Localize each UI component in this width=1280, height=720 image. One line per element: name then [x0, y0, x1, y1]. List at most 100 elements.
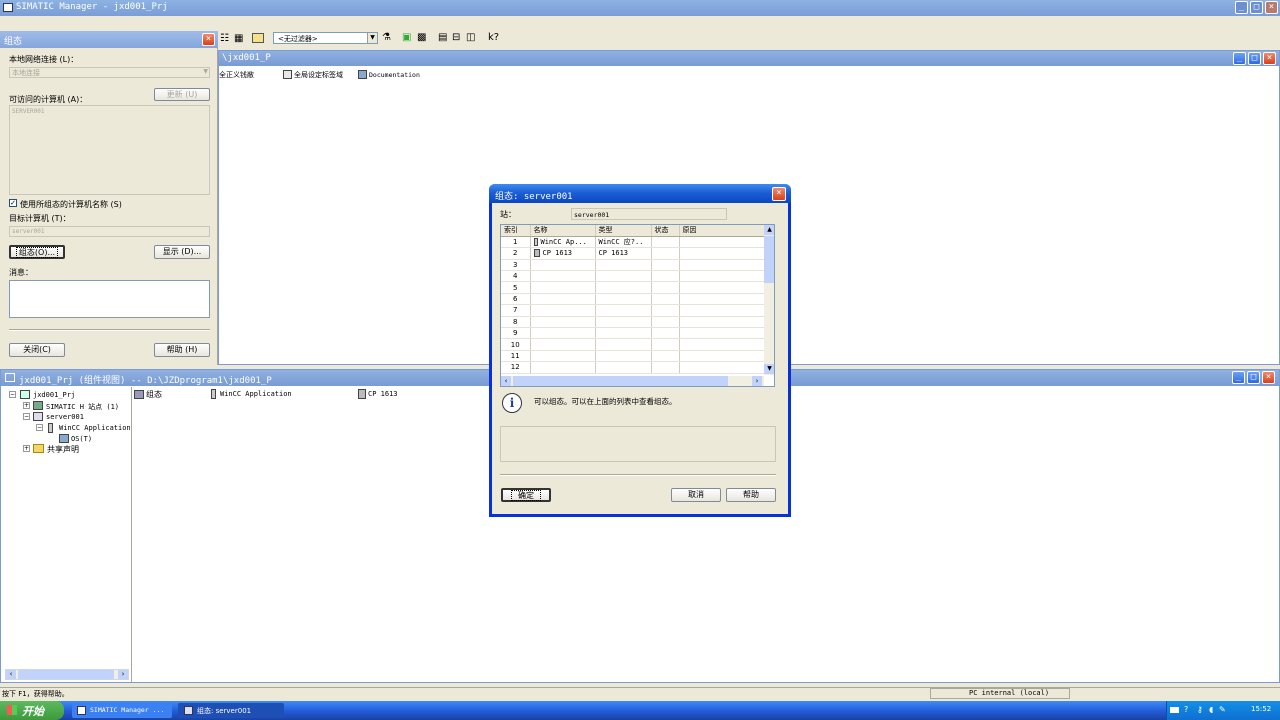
tree-item[interactable]: WinCC Application — [59, 424, 131, 432]
target-field[interactable]: server001 — [9, 226, 210, 237]
network-icon[interactable]: ▣ — [402, 32, 411, 43]
col-header[interactable]: 索引 — [501, 225, 531, 237]
content-item[interactable]: 组态 — [146, 389, 162, 400]
help-button[interactable]: 帮助 — [726, 488, 776, 502]
list-view-icon[interactable]: ☷ — [220, 33, 229, 44]
computers-list[interactable]: SERVER001 — [9, 105, 210, 195]
table-row[interactable]: 10 — [501, 338, 766, 351]
scroll-down-icon[interactable]: ▼ — [764, 364, 774, 374]
table-row[interactable]: 9 — [501, 327, 766, 340]
pc-station-icon — [33, 412, 43, 421]
maximize-icon[interactable]: □ — [1247, 371, 1260, 384]
col-header[interactable]: 类型 — [595, 225, 652, 237]
ok-button[interactable]: 确定 — [501, 488, 551, 502]
col-header[interactable]: 名称 — [530, 225, 596, 237]
station-field: server001 — [571, 208, 727, 220]
table-row[interactable]: 2 CP 1613 CP 1613 — [501, 247, 766, 260]
tree-item[interactable]: jxd001_Prj — [33, 391, 75, 399]
start-button[interactable]: 开始 — [0, 701, 64, 720]
scroll-thumb[interactable] — [764, 236, 774, 283]
close-icon[interactable]: × — [1265, 1, 1278, 14]
tile-horizontal-icon[interactable]: ⊟ — [452, 32, 460, 43]
help-cursor-icon[interactable]: k? — [488, 32, 499, 43]
cancel-button[interactable]: 取消 — [671, 488, 721, 502]
doc-item[interactable]: 全正义钱敝 — [219, 70, 254, 80]
close-icon[interactable]: × — [772, 187, 786, 201]
clock: 15:52 — [1251, 705, 1272, 713]
minimize-icon[interactable]: _ — [1235, 1, 1248, 14]
dialog-title: 组态: server001 — [495, 192, 573, 202]
minimize-icon[interactable]: _ — [1233, 52, 1246, 65]
table-row[interactable]: 5 — [501, 281, 766, 294]
scroll-right-icon[interactable]: › — [752, 376, 762, 386]
tree-item[interactable]: 共享声明 — [47, 444, 79, 455]
tree-hscrollbar[interactable]: ‹ › — [5, 669, 129, 680]
table-row[interactable]: 8 — [501, 316, 766, 329]
close-icon[interactable]: × — [1263, 52, 1276, 65]
doc-item[interactable]: Documentation — [369, 71, 420, 79]
table-row[interactable]: 12 — [501, 361, 766, 374]
ime-icon[interactable]: ✎ — [1219, 705, 1226, 714]
simulation-icon[interactable]: ▩ — [417, 32, 426, 43]
minimize-icon[interactable]: _ — [1232, 371, 1245, 384]
content-item[interactable]: WinCC Application — [220, 390, 292, 398]
network-select[interactable]: 本地连接 ▼ — [9, 67, 210, 78]
doc-item[interactable]: 全局设定标签域 — [294, 70, 343, 80]
filter-select[interactable]: <无过滤器> ▼ — [273, 32, 378, 44]
tree-item[interactable]: server001 — [46, 413, 84, 421]
help-icon[interactable]: ? — [1184, 705, 1188, 714]
collapse-icon[interactable]: − — [36, 424, 43, 431]
scroll-left-icon[interactable]: ‹ — [6, 670, 16, 679]
maximize-icon[interactable]: □ — [1250, 1, 1263, 14]
close-icon[interactable]: × — [202, 33, 215, 46]
table-vscrollbar[interactable]: ▲ ▼ — [764, 225, 774, 375]
scroll-right-icon[interactable]: › — [118, 670, 128, 679]
expand-icon[interactable]: + — [23, 445, 30, 452]
task-simatic[interactable]: SIMATIC Manager ... — [72, 703, 172, 718]
network-icon[interactable]: ⚷ — [1197, 705, 1203, 714]
message-box — [9, 280, 210, 318]
table-row[interactable]: 11 — [501, 350, 766, 363]
table-row[interactable]: 6 — [501, 293, 766, 306]
volume-icon[interactable]: ◖ — [1209, 705, 1213, 714]
display-button[interactable]: 显示 (D)... — [154, 245, 210, 259]
filter-icon[interactable]: ⚗ — [382, 32, 391, 43]
config-panel: 组态 × 本地网络连接 (L)： 本地连接 ▼ 更新 (U) 可访问的计算机 (… — [0, 31, 218, 365]
table-hscrollbar[interactable]: ‹ › — [501, 376, 764, 386]
chevron-down-icon[interactable]: ▼ — [367, 33, 377, 43]
cascade-icon[interactable]: ▤ — [438, 32, 447, 43]
col-header[interactable]: 原因 — [679, 225, 766, 237]
content-item[interactable]: CP 1613 — [368, 390, 398, 398]
use-name-checkbox[interactable]: ✓ — [9, 199, 17, 207]
expand-icon[interactable]: + — [23, 402, 30, 409]
details-view-icon[interactable]: ▦ — [234, 33, 243, 44]
scroll-up-icon[interactable]: ▲ — [764, 225, 774, 235]
task-config[interactable]: 组态: server001 — [178, 703, 284, 718]
tree-item[interactable]: SIMATIC H 站点 (1) — [46, 402, 119, 412]
windows-logo-icon — [7, 705, 17, 715]
collapse-icon[interactable]: − — [9, 391, 16, 398]
config-dialog: 组态: server001 × 站： server001 索引 名称 类型 状态… — [489, 184, 791, 517]
scroll-left-icon[interactable]: ‹ — [501, 376, 511, 386]
tree-item[interactable]: OS(T) — [71, 435, 92, 443]
table-row[interactable]: 4 — [501, 270, 766, 283]
scroll-thumb[interactable] — [513, 376, 728, 386]
keyboard-icon[interactable] — [1170, 707, 1179, 713]
collapse-icon[interactable]: − — [23, 413, 30, 420]
scroll-thumb[interactable] — [18, 670, 114, 679]
close-button[interactable]: 关闭(C) — [9, 343, 65, 357]
table-row[interactable]: 1 WinCC Ap... WinCC 应?.. — [501, 236, 766, 249]
table-row[interactable]: 3 — [501, 259, 766, 272]
update-button[interactable]: 更新 (U) — [154, 88, 210, 101]
col-header[interactable]: 状态 — [651, 225, 680, 237]
tile-vertical-icon[interactable]: ◫ — [466, 32, 475, 43]
help-button[interactable]: 帮助 (H) — [154, 343, 210, 357]
doc-window-title: \jxd001_P — [222, 53, 271, 63]
up-folder-icon[interactable] — [252, 33, 264, 43]
close-icon[interactable]: × — [1262, 371, 1275, 384]
app-icon — [3, 3, 13, 12]
config-button[interactable]: 组态(O)... — [9, 245, 65, 259]
maximize-icon[interactable]: □ — [1248, 52, 1261, 65]
module-table[interactable]: 索引 名称 类型 状态 原因 1 WinCC Ap... WinCC 应?.. 2C… — [500, 224, 775, 387]
table-row[interactable]: 7 — [501, 304, 766, 317]
